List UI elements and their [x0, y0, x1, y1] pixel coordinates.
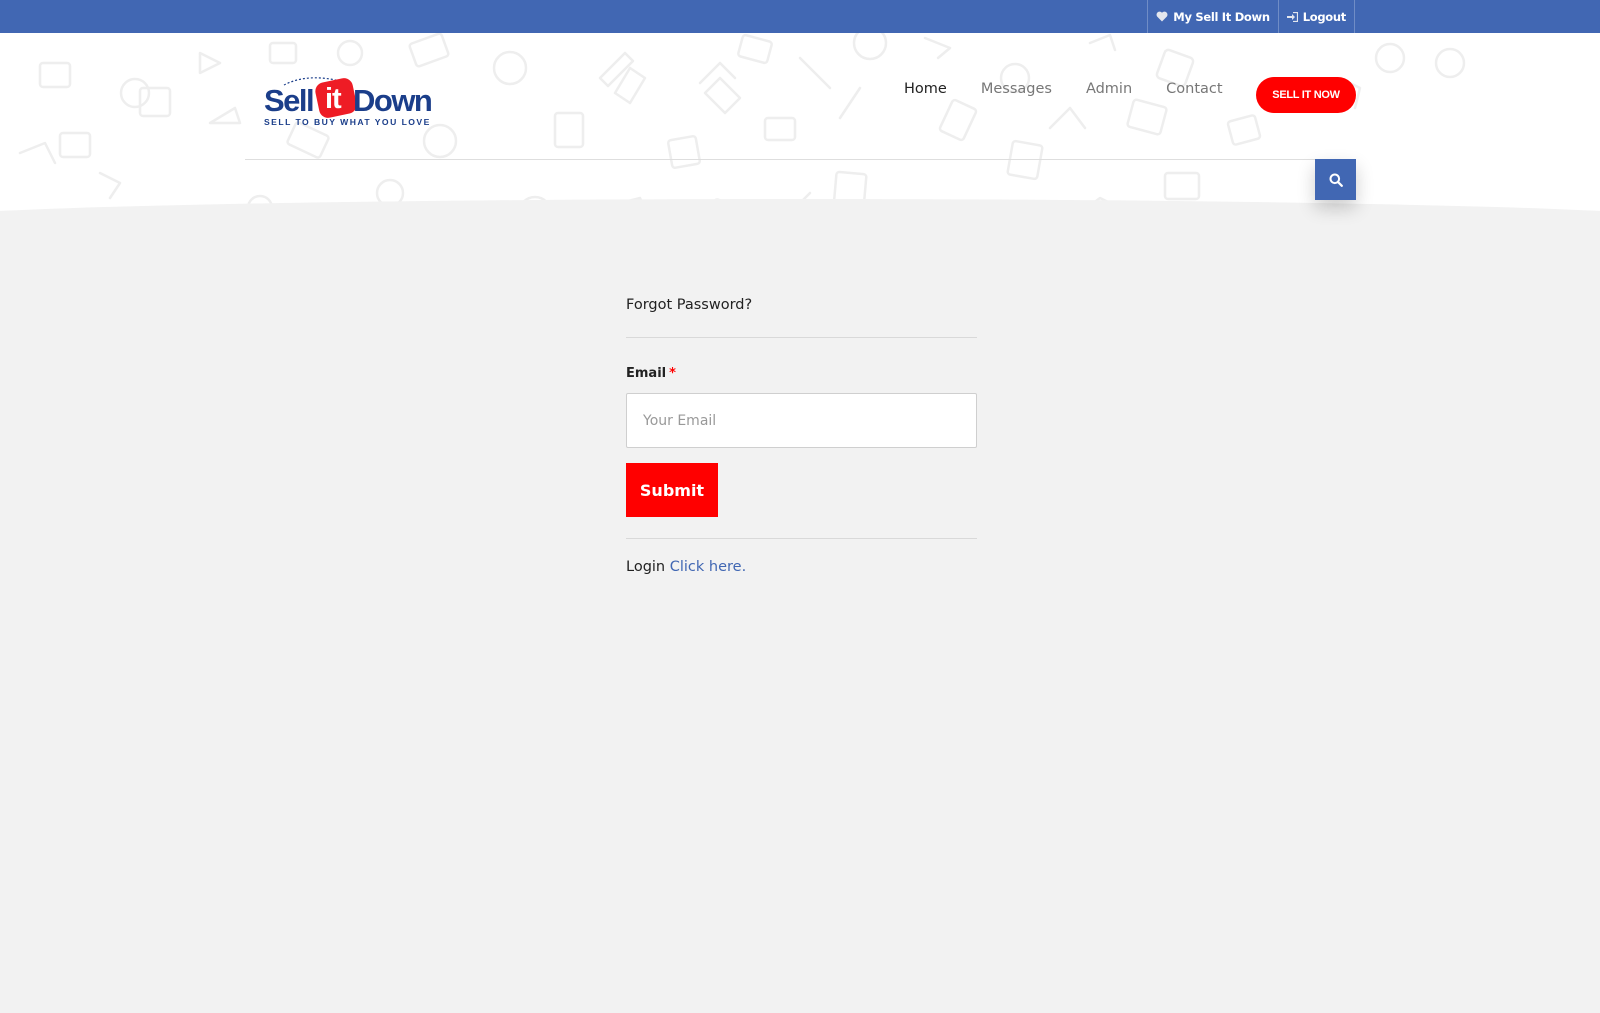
logo-sell-text: Sell — [264, 83, 315, 118]
my-sell-it-down-label: My Sell It Down — [1173, 9, 1270, 24]
nav-item-messages[interactable]: Messages — [981, 81, 1052, 97]
submit-button[interactable]: Submit — [626, 463, 718, 517]
form-divider-bottom — [626, 538, 977, 539]
form-title: Forgot Password? — [626, 297, 753, 313]
sell-it-now-button[interactable]: SELL IT NOW — [1256, 77, 1356, 113]
email-label: Email * — [626, 366, 977, 381]
required-asterisk: * — [669, 366, 676, 381]
sign-in-icon — [1286, 11, 1298, 22]
header-divider — [245, 159, 1356, 160]
search-button[interactable] — [1315, 159, 1356, 200]
search-icon — [1329, 173, 1343, 187]
login-click-here-link[interactable]: Click here. — [670, 559, 746, 575]
main-navigation: Home Messages Admin Contact — [904, 81, 1257, 97]
sell-it-down-logo[interactable]: Sell it Down SELL TO BUY WHAT YOU LOVE — [262, 75, 442, 155]
top-bar-links: My Sell It Down Logout — [1147, 0, 1355, 33]
site-header: Sell it Down SELL TO BUY WHAT YOU LOVE H… — [0, 33, 1600, 233]
email-label-text: Email — [626, 366, 667, 381]
form-divider-top — [626, 337, 977, 338]
logout-link[interactable]: Logout — [1279, 0, 1355, 33]
forgot-password-form: Forgot Password? Email* Submit Login Cli… — [626, 290, 977, 575]
heart-icon — [1156, 11, 1168, 22]
header-curve — [0, 199, 1600, 233]
nav-item-admin[interactable]: Admin — [1086, 81, 1132, 97]
email-input[interactable] — [626, 393, 977, 448]
nav-item-contact[interactable]: Contact — [1166, 81, 1222, 97]
logo-tagline: SELL TO BUY WHAT YOU LOVE — [264, 117, 431, 127]
logo-it-text: it — [325, 83, 342, 115]
login-line: Login Click here. — [626, 559, 977, 575]
logout-label: Logout — [1302, 9, 1347, 24]
logo-down-text: Down — [353, 83, 433, 118]
login-prefix: Login — [626, 559, 666, 575]
my-sell-it-down-link[interactable]: My Sell It Down — [1148, 0, 1279, 33]
top-bar: My Sell It Down Logout — [0, 0, 1600, 33]
nav-item-home[interactable]: Home — [904, 81, 947, 97]
